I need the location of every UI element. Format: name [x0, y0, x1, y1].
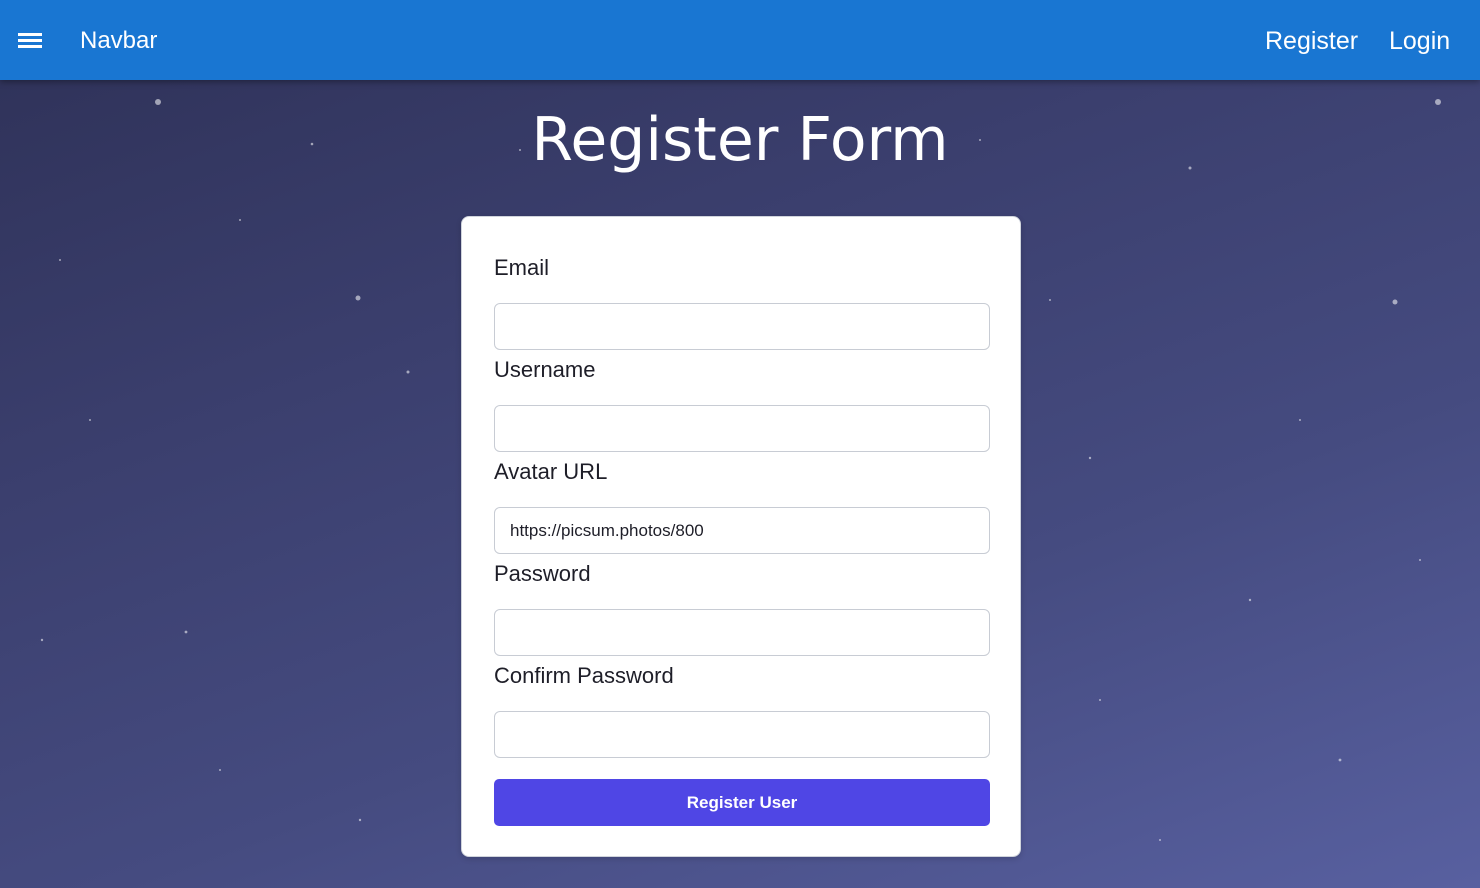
username-label: Username [494, 357, 596, 382]
register-user-button[interactable]: Register User [494, 779, 990, 826]
register-form-card: Email Username Avatar URL Password Confi… [461, 216, 1021, 857]
avatar-url-label: Avatar URL [494, 459, 608, 484]
page-title: Register Form [531, 105, 949, 175]
password-input[interactable] [494, 609, 990, 656]
password-label: Password [494, 561, 591, 586]
confirm-password-input[interactable] [494, 711, 990, 758]
nav-login-link[interactable]: Login [1389, 25, 1450, 57]
avatar-url-input[interactable] [494, 507, 990, 554]
nav-register-link[interactable]: Register [1265, 25, 1358, 57]
confirm-password-label: Confirm Password [494, 663, 674, 688]
username-input[interactable] [494, 405, 990, 452]
email-input[interactable] [494, 303, 990, 350]
top-navbar: Navbar Register Login [0, 0, 1480, 80]
navbar-title: Navbar [80, 27, 158, 54]
email-label: Email [494, 255, 550, 280]
hamburger-menu-icon[interactable] [18, 30, 42, 50]
